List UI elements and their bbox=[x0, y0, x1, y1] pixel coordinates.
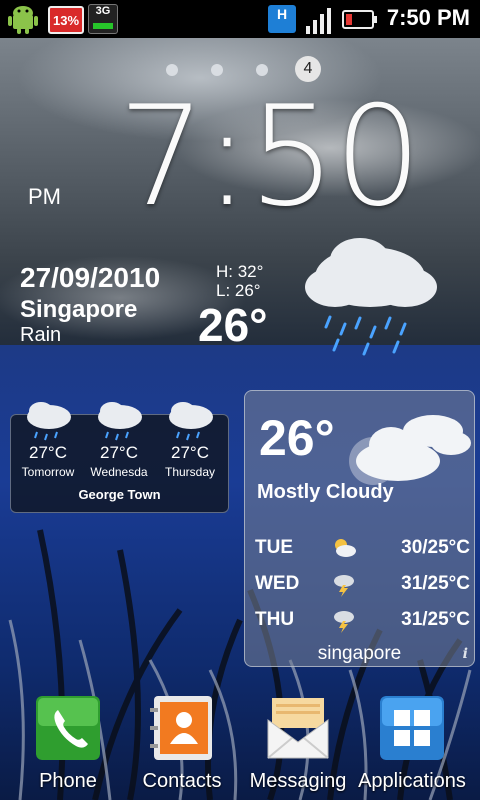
forecast-range: 30/25°C bbox=[401, 537, 470, 558]
forecast-range: 31/25°C bbox=[401, 573, 470, 594]
thunderstorm-icon bbox=[334, 611, 354, 633]
weather-forecast-row: TUE 30/25°C bbox=[245, 537, 474, 567]
status-bar[interactable]: 13% 3G H 7:50 PM bbox=[0, 0, 480, 38]
forecast-day-label: Tomorrow bbox=[21, 465, 75, 479]
info-icon[interactable]: i bbox=[463, 646, 468, 662]
network-type-label: 3G bbox=[95, 5, 111, 17]
dock-contacts[interactable]: Contacts bbox=[122, 696, 242, 800]
clock-time[interactable]: 7:50 bbox=[118, 88, 458, 226]
cloud-icon bbox=[349, 415, 471, 485]
forecast-temp: 27°C bbox=[171, 443, 209, 462]
forecast-day: 27°C Wednesda bbox=[84, 402, 154, 495]
dock-applications[interactable]: Applications bbox=[352, 696, 472, 800]
signal-icon bbox=[306, 8, 331, 34]
phone-icon bbox=[36, 696, 100, 760]
rain-cloud-icon bbox=[305, 238, 437, 356]
hspa-label: H bbox=[276, 6, 288, 22]
forecast-day-label: TUE bbox=[255, 537, 293, 558]
battery-icon bbox=[342, 10, 377, 29]
weather-widget-temperature: 26° bbox=[259, 410, 335, 466]
weather-widget-city: singapore bbox=[317, 643, 402, 664]
weather-forecast-row: WED 31/25°C bbox=[245, 573, 474, 603]
weather-date: 27/09/2010 bbox=[20, 262, 161, 293]
dock-messaging[interactable]: Messaging bbox=[238, 696, 358, 800]
messaging-icon bbox=[267, 698, 329, 759]
dock-phone[interactable]: Phone bbox=[8, 696, 128, 800]
weather-forecast-row: THU 31/25°C bbox=[245, 609, 474, 639]
forecast-temp: 27°C bbox=[29, 443, 67, 462]
weather-widget-condition: Mostly Cloudy bbox=[257, 481, 394, 503]
page-dot[interactable] bbox=[256, 64, 268, 76]
thunderstorm-icon bbox=[334, 575, 354, 597]
rain-cloud-icon bbox=[98, 402, 142, 441]
clock-ampm: PM bbox=[28, 184, 61, 209]
rain-cloud-icon bbox=[169, 402, 213, 441]
weather-condition: Rain bbox=[20, 324, 62, 346]
partly-cloudy-icon bbox=[335, 539, 356, 557]
forecast-day: 27°C Thursday bbox=[155, 402, 225, 495]
forecast-temp: 27°C bbox=[100, 443, 138, 462]
page-dot[interactable] bbox=[211, 64, 223, 76]
weather-city: Singapore bbox=[20, 296, 138, 323]
hspa-icon: H bbox=[268, 5, 296, 33]
forecast-widget[interactable]: 27°C Tomorrow 27°C Wednesda 27°C Thursda… bbox=[10, 402, 229, 513]
battery-percent-icon: 13% bbox=[48, 6, 84, 34]
forecast-day-label: Thursday bbox=[164, 465, 216, 479]
forecast-day-label: THU bbox=[255, 609, 295, 630]
weather-widget[interactable]: 26° Mostly Cloudy TUE 30/25°C WED 31/25°… bbox=[244, 390, 475, 667]
weather-high: H: 32° bbox=[216, 262, 264, 281]
weather-temperature: 26° bbox=[198, 299, 268, 351]
3g-icon: 3G bbox=[88, 4, 118, 34]
app-grid-icon bbox=[380, 696, 444, 760]
page-dot[interactable] bbox=[166, 64, 178, 76]
forecast-day-label: Wednesda bbox=[90, 465, 148, 479]
forecast-range: 31/25°C bbox=[401, 609, 470, 630]
status-time: 7:50 PM bbox=[386, 5, 470, 30]
forecast-day: 27°C Tomorrow bbox=[13, 402, 83, 495]
forecast-day-label: WED bbox=[255, 573, 300, 594]
forecast-location: George Town bbox=[78, 487, 161, 502]
dock-label: Applications bbox=[358, 770, 466, 792]
android-icon bbox=[8, 6, 38, 34]
rain-cloud-icon bbox=[27, 402, 71, 441]
contacts-icon bbox=[150, 696, 212, 760]
